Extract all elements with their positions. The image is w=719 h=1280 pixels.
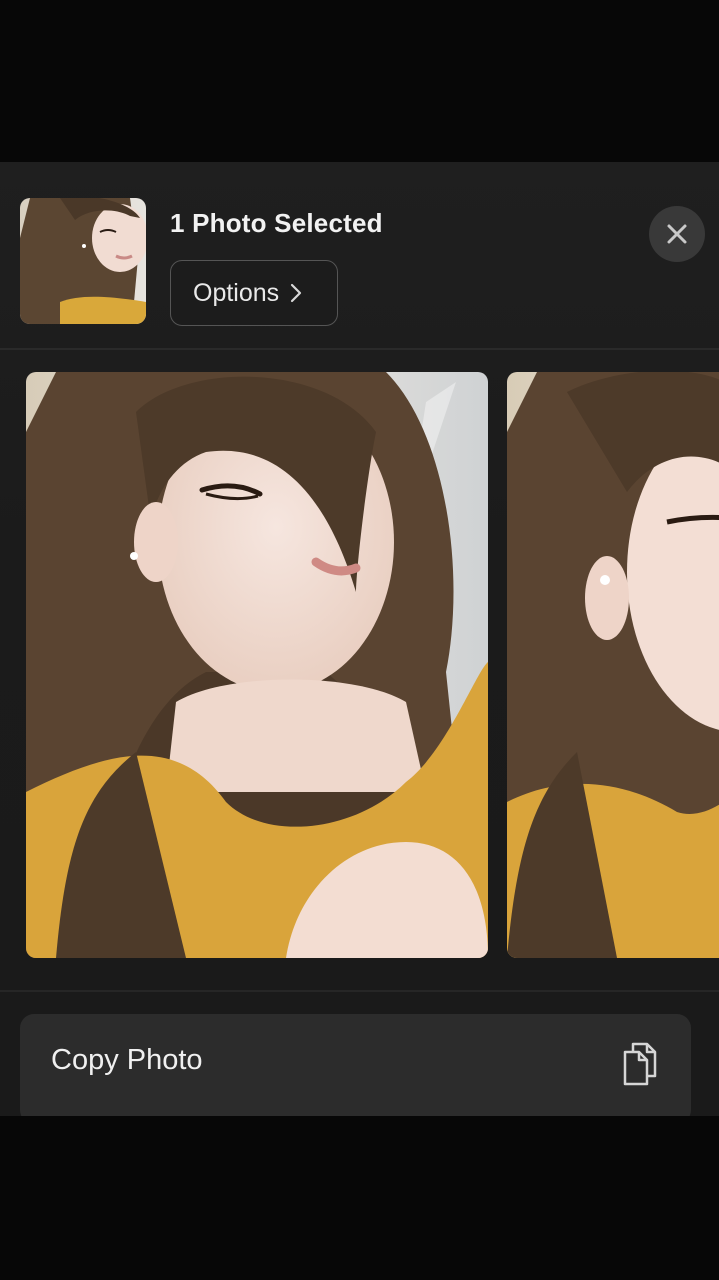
- dimmed-background-bottom[interactable]: [0, 1116, 719, 1280]
- carousel-divider: [0, 990, 719, 992]
- photo-preview-image: [507, 372, 719, 958]
- photo-carousel[interactable]: [0, 350, 719, 990]
- share-sheet-title: 1 Photo Selected: [170, 208, 383, 238]
- share-sheet: 1 Photo Selected Options Copy Photo: [0, 162, 719, 1116]
- copy-icon: [623, 1042, 657, 1086]
- photo-card-next[interactable]: [507, 372, 719, 958]
- dimmed-background-top[interactable]: [0, 0, 719, 162]
- copy-photo-action[interactable]: Copy Photo: [20, 1014, 691, 1116]
- xmark-icon: [667, 224, 687, 244]
- copy-photo-label: Copy Photo: [51, 1044, 203, 1076]
- thumbnail-image: [20, 198, 146, 324]
- close-button[interactable]: [649, 206, 705, 262]
- options-button[interactable]: Options: [170, 260, 338, 326]
- selected-photo-thumbnail: [20, 198, 146, 324]
- photo-card-selected[interactable]: [26, 372, 488, 958]
- screen: 1 Photo Selected Options Copy Photo: [0, 0, 719, 1280]
- chevron-right-icon: [291, 283, 302, 303]
- options-label: Options: [193, 278, 280, 307]
- photo-preview-image: [26, 372, 488, 958]
- share-sheet-header: 1 Photo Selected Options: [0, 162, 719, 350]
